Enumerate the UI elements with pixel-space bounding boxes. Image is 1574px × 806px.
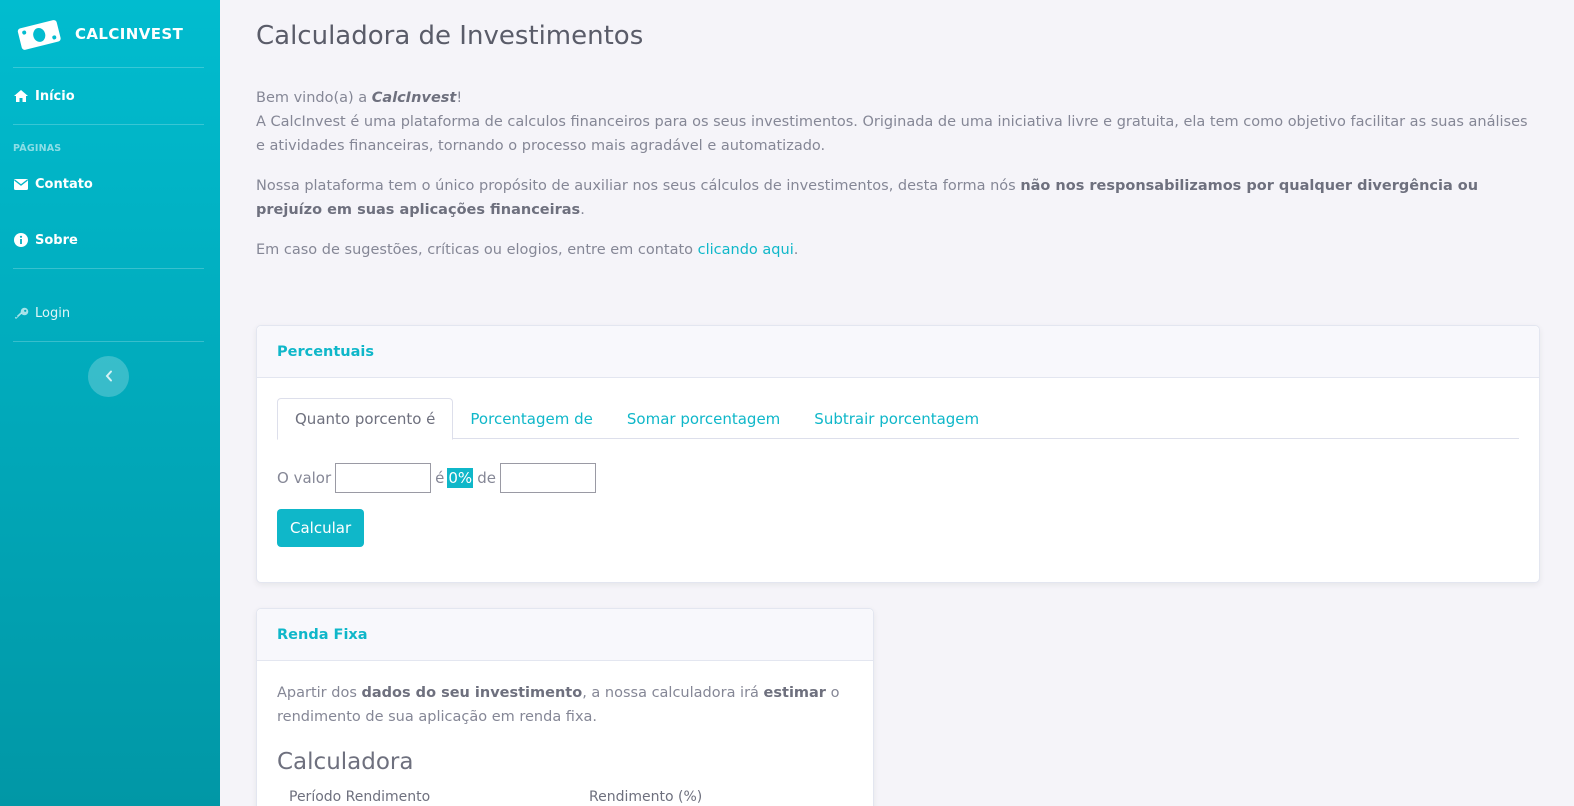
sidebar-divider (13, 341, 204, 342)
intro-text-segment: Nossa plataforma tem o único propósito d… (256, 178, 1021, 194)
money-bill-icon (16, 15, 62, 53)
percent-result: 0% (447, 468, 474, 488)
intro-text-segment: Em caso de sugestões, críticas ou elogio… (256, 242, 698, 258)
label-de: de (477, 469, 496, 487)
tab-porcentagem-de[interactable]: Porcentagem de (453, 398, 609, 439)
calculadora-subtitle: Calculadora (277, 749, 414, 775)
periodo-rendimento-label: Período Rendimento (289, 789, 431, 805)
chevron-left-icon (105, 367, 113, 386)
sidebar-toggle-button[interactable] (88, 356, 129, 397)
intro-text-segment: Bem vindo(a) a (256, 90, 372, 106)
contact-link[interactable]: clicando aqui (698, 242, 794, 258)
total-input[interactable] (499, 463, 596, 493)
calcular-button[interactable]: Calcular (277, 509, 365, 547)
label-valor: O valor (277, 469, 332, 487)
sidebar-item-sobre[interactable]: Sobre (0, 212, 220, 268)
intro-paragraph-1: Bem vindo(a) a CalcInvest! A CalcInvest … (256, 86, 1540, 158)
sidebar-heading: PÁGINAS (13, 143, 62, 154)
percentuais-card-header: Percentuais (257, 326, 1539, 378)
percent-form: O valor é 0% de (277, 463, 1519, 493)
renda-fixa-description: Apartir dos dados do seu investimento, a… (277, 681, 853, 729)
percentuais-tabs: Quanto porcento é Porcentagem de Somar p… (277, 398, 1519, 440)
tab-somar-porcentagem[interactable]: Somar porcentagem (610, 398, 797, 439)
description-segment: , a nossa calculadora irá (582, 685, 764, 701)
sidebar-item-inicio[interactable]: Início (0, 68, 220, 124)
intro-text-segment: ! (456, 90, 463, 106)
intro-paragraph-3: Em caso de sugestões, críticas ou elogio… (256, 238, 1540, 262)
sidebar-item-label: Sobre (35, 232, 78, 248)
intro-text-segment: . (580, 202, 585, 218)
tab-subtrair-porcentagem[interactable]: Subtrair porcentagem (797, 398, 996, 439)
main-content: Calculadora de Investimentos Bem vindo(a… (256, 0, 1540, 278)
key-icon (13, 305, 29, 321)
sidebar-item-label: Início (35, 88, 75, 104)
tab-quanto-porcento[interactable]: Quanto porcento é (277, 398, 454, 440)
intro-text-segment: A CalcInvest é uma plataforma de calculo… (256, 114, 1528, 154)
envelope-icon (13, 176, 29, 192)
sidebar-item-label: Login (35, 305, 71, 321)
renda-fixa-column-labels: Período Rendimento Rendimento (%) (277, 789, 853, 805)
intro-paragraph-2: Nossa plataforma tem o único propósito d… (256, 174, 1540, 222)
brand-emphasis: CalcInvest (371, 90, 457, 106)
label-e: é (435, 469, 445, 487)
percentuais-card: Percentuais Quanto porcento é Porcentage… (256, 325, 1540, 583)
intro-text-segment: . (793, 242, 799, 258)
renda-fixa-card: Renda Fixa Apartir dos dados do seu inve… (256, 608, 874, 806)
sidebar-item-label: Contato (35, 176, 93, 192)
brand[interactable]: CALCINVEST (0, 0, 220, 67)
page-title: Calculadora de Investimentos (256, 21, 644, 51)
valor-input[interactable] (335, 463, 432, 493)
description-emphasis: estimar (763, 685, 826, 701)
sidebar: CALCINVEST Início PÁGINAS Contato Sobre … (0, 0, 220, 806)
sidebar-item-contato[interactable]: Contato (0, 156, 220, 212)
brand-name: CALCINVEST (75, 24, 184, 43)
renda-fixa-card-body: Apartir dos dados do seu investimento, a… (257, 661, 873, 806)
percentuais-card-body: Quanto porcento é Porcentagem de Somar p… (257, 378, 1539, 567)
renda-fixa-card-header: Renda Fixa (257, 609, 873, 661)
info-icon (13, 232, 29, 248)
home-icon (13, 88, 29, 104)
sidebar-divider (13, 268, 204, 269)
rendimento-percent-label: Rendimento (%) (589, 789, 703, 805)
description-segment: Apartir dos (277, 685, 362, 701)
sidebar-item-login[interactable]: Login (0, 285, 220, 341)
intro-text: Bem vindo(a) a CalcInvest! A CalcInvest … (256, 86, 1540, 262)
description-emphasis: dados do seu investimento (361, 685, 583, 701)
